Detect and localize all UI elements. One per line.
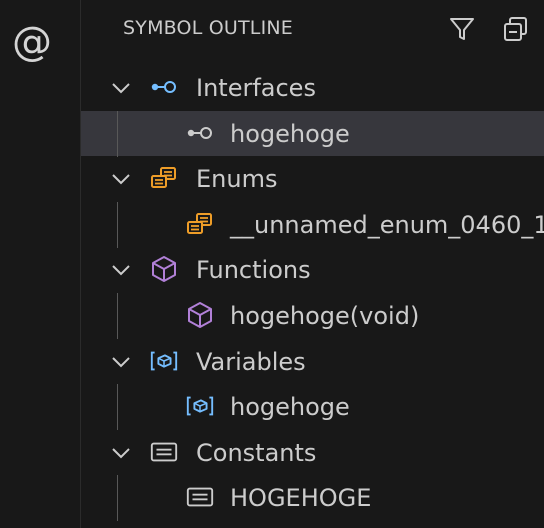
indent-guide	[117, 384, 118, 430]
tree-group-variables[interactable]: Variables	[81, 339, 544, 384]
panel-title: SYMBOL OUTLINE	[123, 17, 294, 39]
function-cube-icon	[149, 256, 179, 282]
tree-group-label: Interfaces	[196, 74, 316, 102]
indent-guide	[117, 111, 118, 157]
panel-header: SYMBOL OUTLINE	[81, 0, 544, 60]
activity-bar: @	[0, 0, 64, 528]
tree-group-label: Variables	[196, 348, 306, 376]
interface-icon	[185, 120, 215, 146]
tree-item-label: __unnamed_enum_0460_1	[230, 211, 544, 239]
constant-icon	[185, 484, 215, 510]
indent-guide	[117, 293, 118, 339]
tree-item[interactable]: __unnamed_enum_0460_1	[81, 202, 544, 247]
tree-item[interactable]: hogehoge(void)	[81, 293, 544, 338]
chevron-down-icon[interactable]	[109, 167, 133, 191]
collapse-all-icon	[504, 17, 527, 41]
interface-icon	[149, 74, 179, 100]
tree-group-interfaces[interactable]: Interfaces	[81, 65, 544, 110]
workbench: @ SYMBOL OUTLINE Interfaces hogehoge Enums…	[0, 0, 544, 528]
symbol-outline-panel: SYMBOL OUTLINE Interfaces hogehoge Enums __…	[81, 0, 544, 528]
function-cube-icon	[185, 302, 215, 328]
indent-guide	[117, 475, 118, 521]
enum-icon	[149, 165, 179, 191]
tree-item-label: hogehoge	[230, 393, 350, 421]
constant-icon	[149, 439, 179, 465]
collapse-all-button[interactable]	[501, 14, 531, 44]
chevron-down-icon[interactable]	[109, 350, 133, 374]
filter-button[interactable]	[447, 14, 477, 44]
filter-icon	[450, 18, 474, 40]
tree-item-label: hogehoge(void)	[230, 302, 420, 330]
tree-group-label: Enums	[196, 165, 278, 193]
tree-item-label: HOGEHOGE	[230, 484, 372, 512]
tree-item-label: hogehoge	[230, 120, 350, 148]
enum-icon	[185, 211, 215, 237]
chevron-down-icon[interactable]	[109, 76, 133, 100]
tree-item[interactable]: HOGEHOGE	[81, 475, 544, 520]
tree-group-label: Constants	[196, 439, 317, 467]
chevron-down-icon[interactable]	[109, 441, 133, 465]
tree-group-constants[interactable]: Constants	[81, 430, 544, 475]
tree-item[interactable]: hogehoge	[81, 111, 544, 156]
indent-guide	[117, 202, 118, 248]
at-sign-icon[interactable]: @	[10, 20, 54, 64]
variable-icon	[149, 348, 179, 374]
variable-icon	[185, 393, 215, 419]
chevron-down-icon[interactable]	[109, 258, 133, 282]
tree-item[interactable]: hogehoge	[81, 384, 544, 429]
tree-group-functions[interactable]: Functions	[81, 247, 544, 292]
tree-group-enums[interactable]: Enums	[81, 156, 544, 201]
tree-group-label: Functions	[196, 256, 311, 284]
